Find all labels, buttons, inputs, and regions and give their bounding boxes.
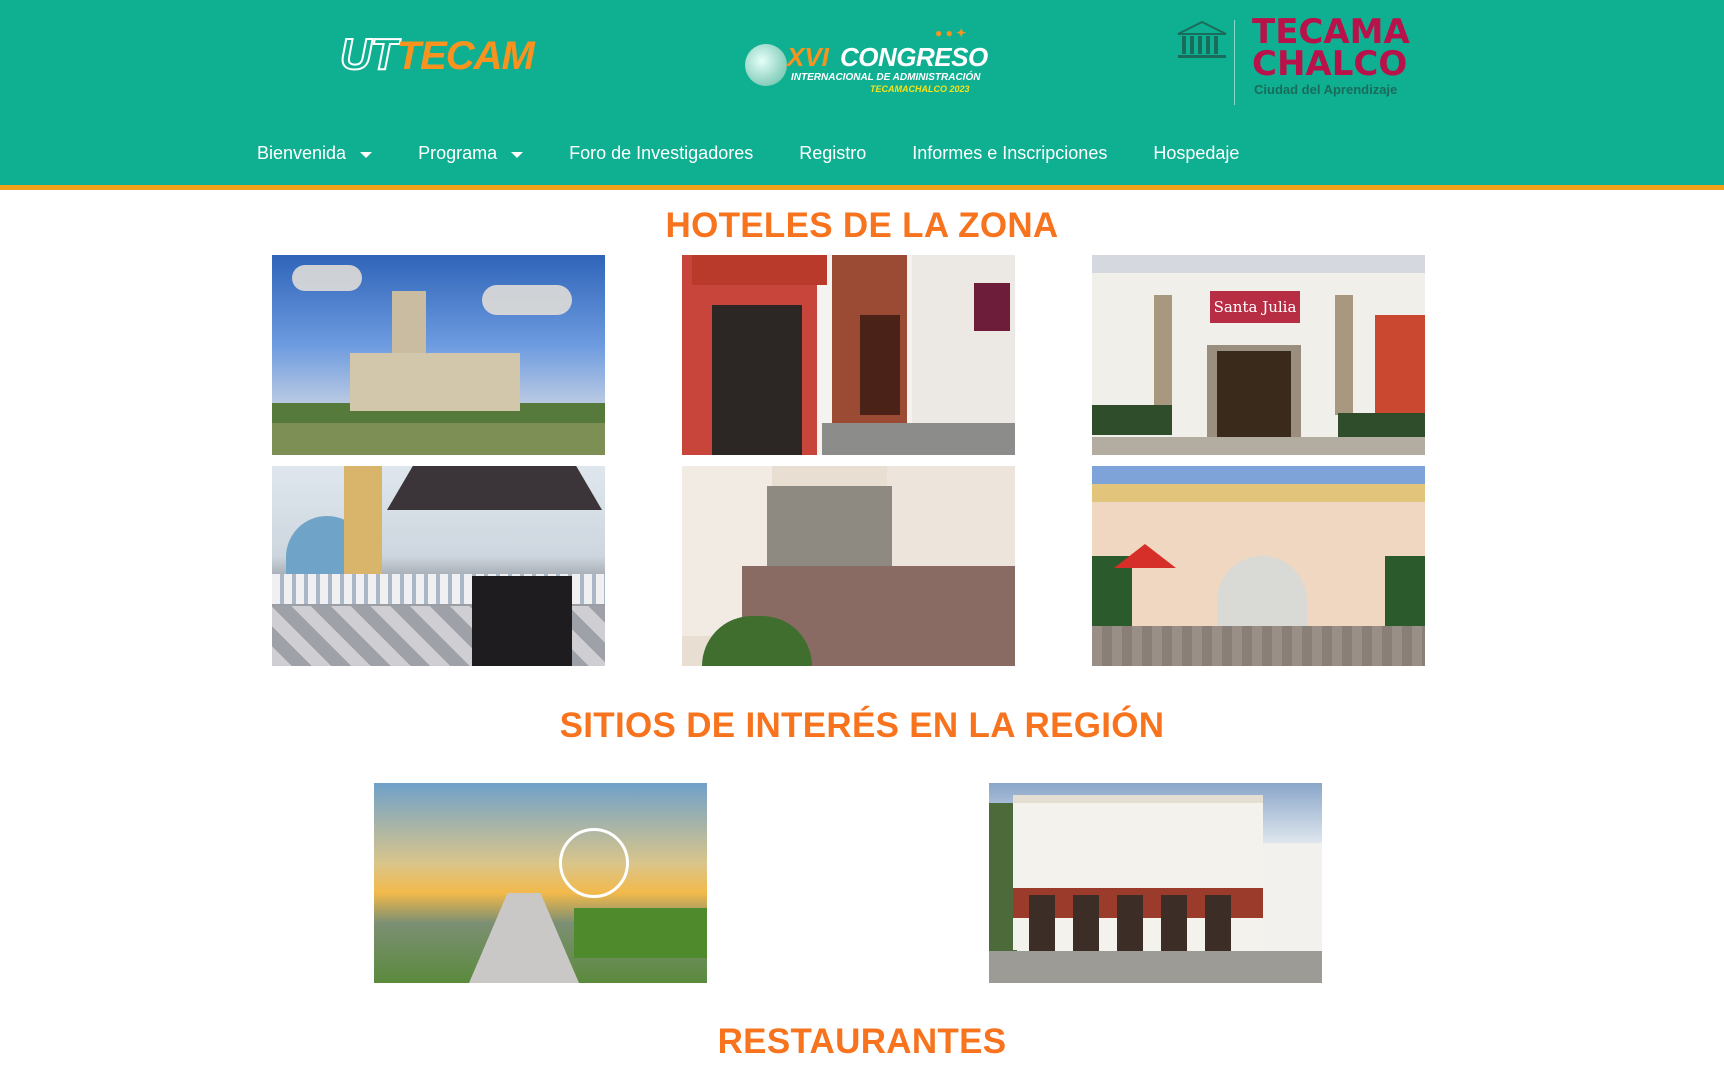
nav-item-registro[interactable]: Registro	[799, 143, 866, 164]
caret-down-icon	[511, 151, 524, 158]
facade-door	[860, 315, 900, 415]
tecamachalco-logo[interactable]: TECAMA CHALCO Ciudad del Aprendizaje	[1252, 15, 1422, 106]
nav-item-informes[interactable]: Informes e Inscripciones	[912, 143, 1107, 164]
nav-item-label: Bienvenida	[257, 142, 347, 163]
sky-shape	[1092, 466, 1425, 484]
nav-item-label: Programa	[418, 142, 498, 163]
nav-item-hospedaje[interactable]: Hospedaje	[1153, 143, 1239, 164]
ground-shape	[1092, 626, 1425, 666]
facade-band	[1092, 484, 1425, 502]
site-photo-2[interactable]	[989, 783, 1322, 983]
tecama-tagline: Ciudad del Aprendizaje	[1254, 82, 1398, 97]
hotels-title: HOTELES DE LA ZONA	[665, 206, 1059, 245]
main-nav: Bienvenida Programa Foro de Investigador…	[257, 142, 1285, 164]
caret-down-icon	[360, 151, 373, 158]
nav-item-label: Informes e Inscripciones	[912, 142, 1108, 163]
uttecam-logo-ut: UT	[339, 29, 399, 80]
church-shape	[350, 291, 520, 411]
nav-item-label: Registro	[799, 142, 867, 163]
uttecam-logo[interactable]: UTTECAM	[339, 29, 560, 80]
building-arches	[1029, 895, 1249, 955]
hotel-photo-3[interactable]: Santa Julia	[1092, 255, 1425, 455]
facade-doors	[1217, 351, 1291, 437]
church-nave	[350, 353, 520, 411]
street-shape	[989, 951, 1322, 983]
sites-title: SITIOS DE INTERÉS EN LA REGIÓN	[559, 706, 1165, 745]
field-shape	[574, 908, 707, 958]
site-photo-1[interactable]	[374, 783, 707, 983]
canopy-shape	[387, 466, 602, 510]
courtyard-back	[767, 486, 892, 566]
globe-icon	[745, 44, 787, 86]
hotel-photo-2[interactable]	[682, 255, 1015, 455]
facade-gate	[712, 305, 802, 455]
bridge-road-shape	[469, 893, 579, 983]
hotel-sign: Santa Julia	[1210, 291, 1300, 323]
nav-item-foro[interactable]: Foro de Investigadores	[569, 143, 753, 164]
furniture-shape	[472, 576, 572, 666]
congress-logo[interactable]: ● ● ✦ XVI CONGRESO INTERNACIONAL DE ADMI…	[745, 26, 990, 96]
site-header: UTTECAM ● ● ✦ XVI CONGRESO INTERNACIONAL…	[0, 0, 1724, 190]
cloud-shape	[292, 265, 362, 291]
nav-item-label: Foro de Investigadores	[569, 142, 754, 163]
nav-item-bienvenida[interactable]: Bienvenida	[257, 142, 373, 164]
nav-item-programa[interactable]: Programa	[418, 142, 524, 164]
tecama-line2: CHALCO	[1252, 44, 1408, 84]
facade-pillar	[1335, 295, 1353, 415]
ground-shape	[1092, 437, 1425, 455]
hotel-photo-4[interactable]	[272, 466, 605, 666]
ferris-wheel-shape	[559, 828, 629, 898]
hedge-shape	[1338, 413, 1425, 437]
nav-item-label: Hospedaje	[1153, 142, 1240, 163]
unesco-temple-icon	[1177, 20, 1227, 58]
unesco-logo	[1160, 20, 1235, 105]
congress-roman: XVI	[787, 42, 829, 72]
facade-top	[1092, 255, 1425, 273]
hotel-photo-1[interactable]	[272, 255, 605, 455]
hedge-shape	[1092, 405, 1172, 435]
congress-subtitle: INTERNACIONAL DE ADMINISTRACIÓN	[791, 72, 981, 83]
facade-pillar	[1154, 295, 1172, 415]
hotel-photo-6[interactable]	[1092, 466, 1425, 666]
tower-shape	[344, 466, 382, 576]
facade-roof	[692, 255, 827, 285]
facade-sign	[974, 283, 1010, 331]
facade-step	[822, 423, 1015, 455]
badges-icon: ● ● ✦	[935, 26, 967, 40]
uttecam-logo-tecam: TECAM	[396, 34, 535, 78]
restaurants-title: RESTAURANTES	[717, 1022, 1007, 1061]
congress-subtitle2: TECAMACHALCO 2023	[870, 84, 970, 94]
congress-title: CONGRESO	[840, 42, 988, 72]
hotel-photo-5[interactable]	[682, 466, 1015, 666]
